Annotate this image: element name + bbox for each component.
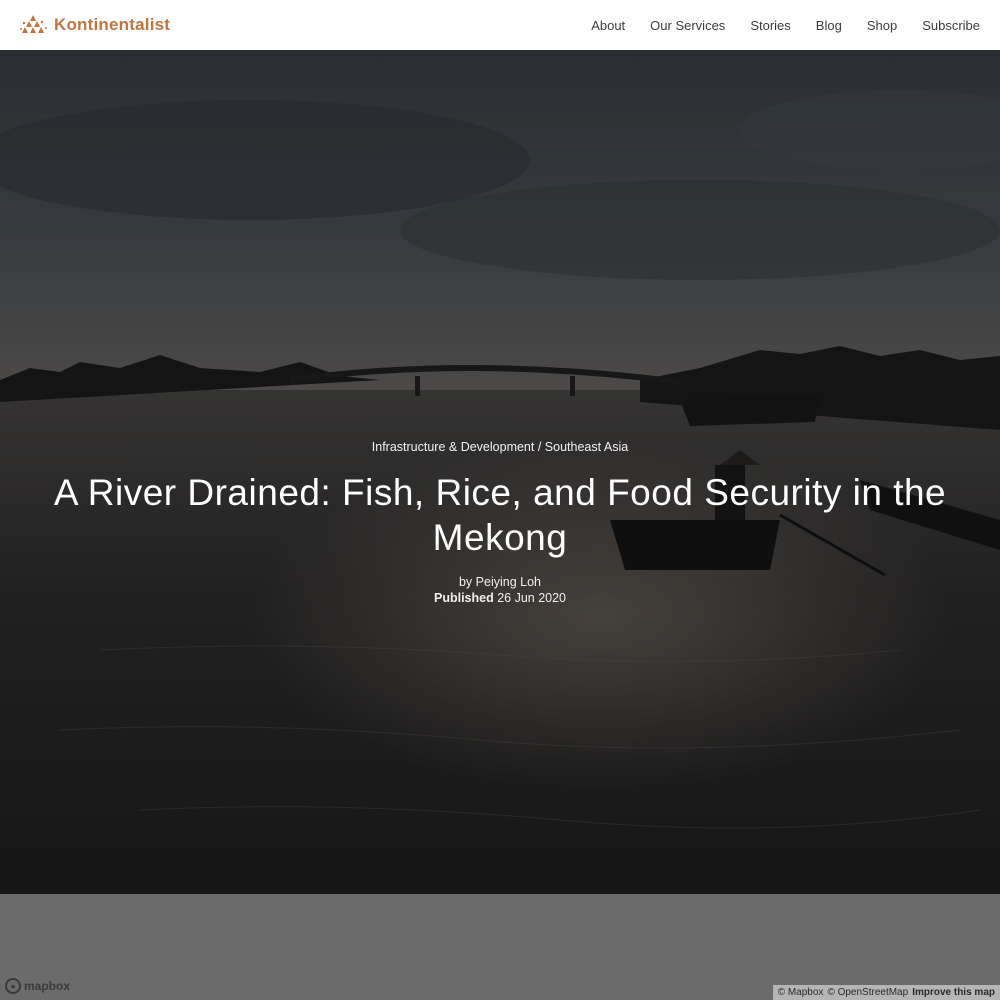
article-categories: Infrastructure & Development / Southeast…	[0, 440, 1000, 454]
category-link[interactable]: Infrastructure & Development	[372, 440, 535, 454]
mapbox-logo-link[interactable]: ● mapbox	[5, 978, 70, 994]
nav-about[interactable]: About	[591, 18, 625, 33]
hero-banner: Infrastructure & Development / Southeast…	[0, 50, 1000, 894]
brand-name: Kontinentalist	[54, 15, 171, 34]
category-separator: /	[537, 440, 545, 454]
brand-logo-link[interactable]: Kontinentalist	[18, 13, 170, 37]
published-label: Published	[433, 591, 494, 605]
nav-shop[interactable]: Shop	[867, 18, 897, 33]
nav-blog[interactable]: Blog	[816, 18, 842, 33]
article-published: Published 26 Jun 2020	[0, 591, 1000, 605]
map-attribution: © Mapbox © OpenStreetMap Improve this ma…	[772, 985, 1000, 1000]
main-nav: About Our Services Stories Blog Shop Sub…	[566, 18, 980, 33]
mapbox-logo-text: mapbox	[24, 979, 71, 993]
site-header: Kontinentalist About Our Services Storie…	[0, 0, 1000, 50]
article-title: A River Drained: Fish, Rice, and Food Se…	[53, 472, 947, 558]
nav-stories[interactable]: Stories	[750, 18, 790, 33]
region-link[interactable]: Southeast Asia	[545, 440, 628, 454]
attribution-mapbox-link[interactable]: © Mapbox	[778, 987, 824, 998]
article-header: Infrastructure & Development / Southeast…	[0, 440, 1000, 605]
nav-our-services[interactable]: Our Services	[650, 18, 725, 33]
kontinentalist-logo-icon	[20, 15, 47, 33]
map-area[interactable]: ● mapbox © Mapbox © OpenStreetMap Improv…	[0, 894, 1000, 1000]
nav-subscribe[interactable]: Subscribe	[922, 18, 980, 33]
attribution-osm-link[interactable]: © OpenStreetMap	[827, 987, 908, 998]
article-byline: by Peiying Loh	[458, 575, 541, 589]
improve-map-link[interactable]: Improve this map	[912, 987, 995, 998]
mapbox-logo-icon: ●	[5, 978, 21, 994]
published-date: 26 Jun 2020	[497, 591, 567, 605]
